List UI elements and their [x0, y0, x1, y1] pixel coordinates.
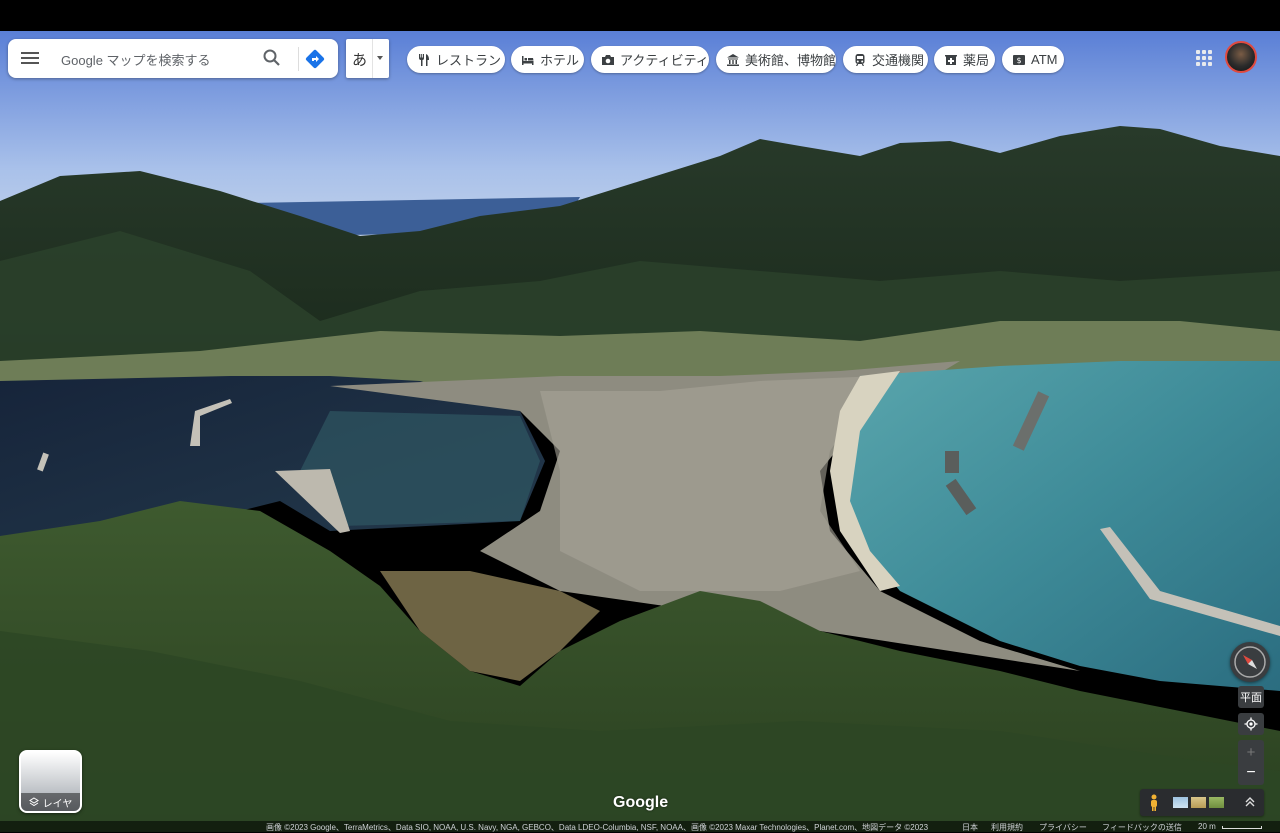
- street-view-bar: [1140, 789, 1264, 816]
- feedback-link[interactable]: フィードバックの送信: [1102, 822, 1182, 833]
- chip-activities[interactable]: アクティビティ: [591, 46, 709, 73]
- compass-button[interactable]: [1230, 642, 1270, 682]
- pharmacy-icon: [945, 54, 957, 65]
- layer-label-row: レイヤ: [21, 793, 80, 811]
- chip-atm[interactable]: $ ATM: [1002, 46, 1064, 73]
- separator: [372, 39, 373, 78]
- chip-label: ATM: [1031, 52, 1058, 67]
- scale-label[interactable]: 20 m: [1198, 822, 1216, 831]
- chip-label: 薬局: [963, 53, 990, 68]
- chip-label: 交通機関: [872, 53, 925, 68]
- chevron-down-icon[interactable]: [377, 56, 383, 60]
- map-3d-view[interactable]: [0, 31, 1280, 832]
- imagery-thumb[interactable]: [1191, 797, 1206, 808]
- imagery-thumb[interactable]: [1173, 797, 1188, 808]
- apps-grid-icon[interactable]: [1196, 50, 1212, 66]
- my-location-button[interactable]: [1238, 713, 1264, 735]
- chip-label: アクティビティ: [620, 53, 709, 68]
- svg-text:$: $: [1016, 56, 1021, 65]
- input-method-toggle[interactable]: あ: [346, 39, 389, 78]
- menu-icon[interactable]: [20, 49, 40, 69]
- chip-restaurant[interactable]: レストラン: [407, 46, 505, 73]
- chip-label: 美術館、博物館: [745, 53, 837, 68]
- chip-label: レストラン: [436, 53, 502, 68]
- search-input[interactable]: Google マップを検索する: [61, 50, 211, 69]
- attribution-bar: 画像 ©2023 Google、TerraMetrics、Data SIO, N…: [0, 821, 1280, 832]
- layer-button[interactable]: レイヤ: [19, 750, 82, 813]
- zoom-out-icon[interactable]: −: [1246, 763, 1255, 783]
- layers-icon: [28, 797, 39, 807]
- my-location-icon: [1244, 717, 1258, 731]
- chip-label: ホテル: [540, 53, 580, 68]
- fork-knife-icon: [419, 53, 429, 66]
- chip-hotel[interactable]: ホテル: [511, 46, 584, 73]
- separator: [298, 47, 299, 71]
- scale-bar: [1222, 826, 1262, 829]
- imagery-attribution: 画像 ©2023 Google、TerraMetrics、Data SIO, N…: [266, 823, 929, 832]
- google-logo: Google: [613, 794, 669, 811]
- zoom-in-icon[interactable]: +: [1247, 743, 1256, 763]
- pegman-icon[interactable]: [1148, 794, 1160, 812]
- compass-icon: [1234, 646, 1266, 678]
- bed-icon: [522, 55, 534, 65]
- zoom-controls: + −: [1238, 740, 1264, 785]
- search-box: Google マップを検索する: [8, 39, 338, 78]
- tilt-label: 平面: [1240, 692, 1262, 704]
- chip-museum[interactable]: 美術館、博物館: [716, 46, 836, 73]
- satellite-terrain: [0, 31, 1280, 832]
- privacy-link[interactable]: プライバシー: [1039, 822, 1087, 833]
- avatar[interactable]: [1225, 41, 1257, 73]
- atm-icon: $: [1013, 54, 1025, 65]
- chip-transit[interactable]: 交通機関: [843, 46, 928, 73]
- camera-icon: [602, 54, 614, 65]
- top-black-bar: [0, 0, 1280, 31]
- terms-link[interactable]: 利用規約: [991, 822, 1023, 833]
- ime-char: あ: [352, 52, 368, 69]
- museum-icon: [727, 53, 739, 66]
- country-link[interactable]: 日本: [962, 822, 978, 833]
- layer-label: レイヤ: [42, 798, 73, 810]
- directions-icon[interactable]: [305, 49, 325, 69]
- search-icon[interactable]: [262, 48, 282, 68]
- chip-pharmacy[interactable]: 薬局: [934, 46, 995, 73]
- imagery-thumb[interactable]: [1209, 797, 1224, 808]
- train-icon: [855, 53, 865, 66]
- tilt-toggle-button[interactable]: 平面: [1238, 686, 1264, 708]
- expand-up-icon[interactable]: [1244, 796, 1256, 808]
